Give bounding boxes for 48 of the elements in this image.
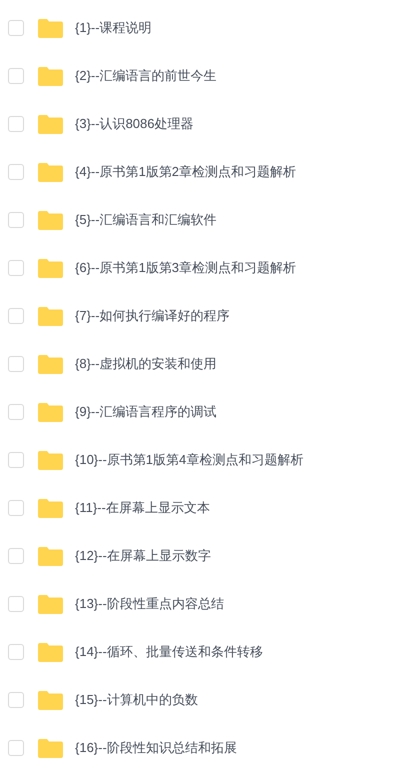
folder-icon bbox=[38, 690, 63, 710]
folder-icon bbox=[38, 18, 63, 38]
folder-icon bbox=[38, 354, 63, 374]
checkbox[interactable] bbox=[8, 548, 24, 564]
folder-name[interactable]: {4}--原书第1版第2章检测点和习题解析 bbox=[75, 162, 296, 182]
folder-name[interactable]: {8}--虚拟机的安装和使用 bbox=[75, 354, 217, 374]
checkbox[interactable] bbox=[8, 404, 24, 420]
folder-icon bbox=[38, 546, 63, 566]
checkbox[interactable] bbox=[8, 740, 24, 756]
checkbox[interactable] bbox=[8, 500, 24, 516]
folder-icon bbox=[38, 114, 63, 134]
folder-name[interactable]: {5}--汇编语言和汇编软件 bbox=[75, 210, 217, 230]
checkbox[interactable] bbox=[8, 260, 24, 276]
checkbox[interactable] bbox=[8, 164, 24, 180]
folder-icon bbox=[38, 642, 63, 662]
checkbox[interactable] bbox=[8, 308, 24, 324]
folder-name[interactable]: {16}--阶段性知识总结和拓展 bbox=[75, 738, 237, 758]
checkbox[interactable] bbox=[8, 644, 24, 660]
checkbox[interactable] bbox=[8, 212, 24, 228]
checkbox[interactable] bbox=[8, 68, 24, 84]
folder-icon bbox=[38, 210, 63, 230]
folder-icon bbox=[38, 66, 63, 86]
checkbox[interactable] bbox=[8, 596, 24, 612]
folder-icon bbox=[38, 402, 63, 422]
folder-icon bbox=[38, 738, 63, 758]
checkbox[interactable] bbox=[8, 356, 24, 372]
folder-name[interactable]: {2}--汇编语言的前世今生 bbox=[75, 66, 217, 86]
folder-icon bbox=[38, 162, 63, 182]
folder-icon bbox=[38, 258, 63, 278]
folder-name[interactable]: {9}--汇编语言程序的调试 bbox=[75, 402, 217, 422]
checkbox[interactable] bbox=[8, 452, 24, 468]
folder-icon bbox=[38, 306, 63, 326]
folder-icon bbox=[38, 594, 63, 614]
folder-name[interactable]: {1}--课程说明 bbox=[75, 18, 152, 38]
folder-name[interactable]: {10}--原书第1版第4章检测点和习题解析 bbox=[75, 450, 304, 470]
folder-name[interactable]: {14}--循环、批量传送和条件转移 bbox=[75, 642, 263, 662]
folder-name[interactable]: {3}--认识8086处理器 bbox=[75, 114, 194, 134]
folder-icon bbox=[38, 498, 63, 518]
folder-name[interactable]: {7}--如何执行编译好的程序 bbox=[75, 306, 230, 326]
folder-name[interactable]: {6}--原书第1版第3章检测点和习题解析 bbox=[75, 258, 296, 278]
checkbox[interactable] bbox=[8, 20, 24, 36]
folder-name[interactable]: {15}--计算机中的负数 bbox=[75, 690, 198, 710]
folder-icon bbox=[38, 450, 63, 470]
checkbox[interactable] bbox=[8, 116, 24, 132]
checkbox[interactable] bbox=[8, 692, 24, 708]
folder-name[interactable]: {12}--在屏幕上显示数字 bbox=[75, 546, 211, 566]
folder-name[interactable]: {13}--阶段性重点内容总结 bbox=[75, 594, 224, 614]
folder-name[interactable]: {11}--在屏幕上显示文本 bbox=[75, 498, 210, 518]
